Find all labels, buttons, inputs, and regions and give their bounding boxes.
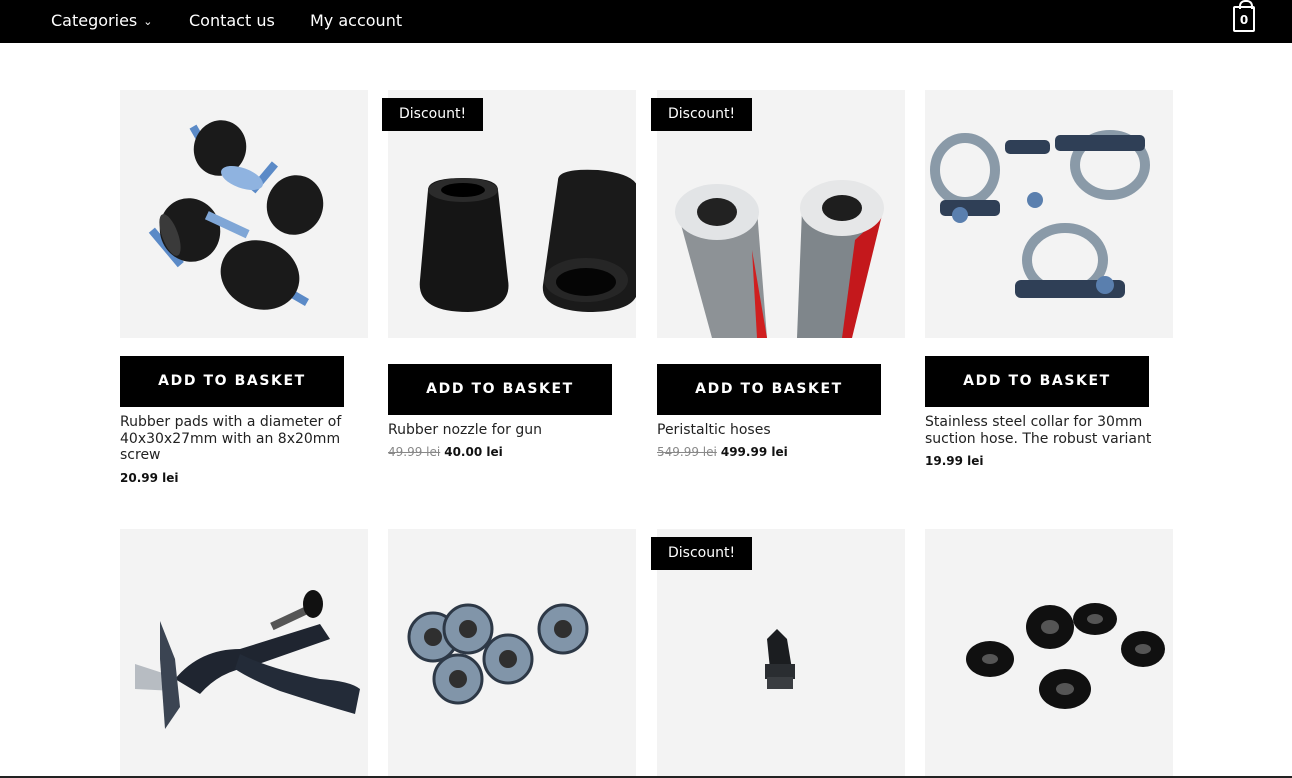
nav-my-account[interactable]: My account [310,10,402,32]
cart-icon[interactable]: 0 [1233,0,1255,32]
product-image-gun-nozzle[interactable] [120,529,368,777]
nav-categories-label: Categories [51,11,138,30]
product-title[interactable]: Stainless steel collar for 30mm suction … [925,414,1165,447]
top-nav-bar: Categories ⌄ Contact us My account 0 [0,0,1292,43]
add-to-basket-button[interactable]: ADD TO BASKET [657,364,881,415]
product-title[interactable]: Peristaltic hoses [657,422,897,439]
discount-badge: Discount! [651,537,753,570]
current-price: 20.99 lei [120,471,179,485]
cart-count: 0 [1239,13,1249,27]
current-price: 40.00 lei [444,445,503,459]
product-price: 49.99 lei 40.00 lei [388,445,503,459]
discount-badge: Discount! [651,98,753,131]
product-image-steel-nuts[interactable] [388,529,636,777]
nav-contact-us[interactable]: Contact us [189,10,275,32]
product-title[interactable]: Rubber nozzle for gun [388,422,628,439]
product-price: 549.99 lei 499.99 lei [657,445,788,459]
product-title[interactable]: Rubber pads with a diameter of 40x30x27m… [120,414,360,464]
product-image-rubber-pads[interactable] [120,90,368,338]
chevron-down-icon: ⌄ [143,15,153,28]
product-image-steel-collar[interactable] [925,90,1173,338]
add-to-basket-button[interactable]: ADD TO BASKET [120,356,344,407]
add-to-basket-button[interactable]: ADD TO BASKET [925,356,1149,407]
current-price: 499.99 lei [720,445,788,459]
product-image-rubber-washers[interactable] [925,529,1173,777]
product-price: 19.99 lei [925,454,984,468]
old-price: 549.99 lei [657,445,717,459]
add-to-basket-button[interactable]: ADD TO BASKET [388,364,612,415]
current-price: 19.99 lei [925,454,984,468]
old-price: 49.99 lei [388,445,441,459]
product-price: 20.99 lei [120,471,179,485]
discount-badge: Discount! [382,98,484,131]
nav-categories[interactable]: Categories ⌄ [51,10,152,33]
